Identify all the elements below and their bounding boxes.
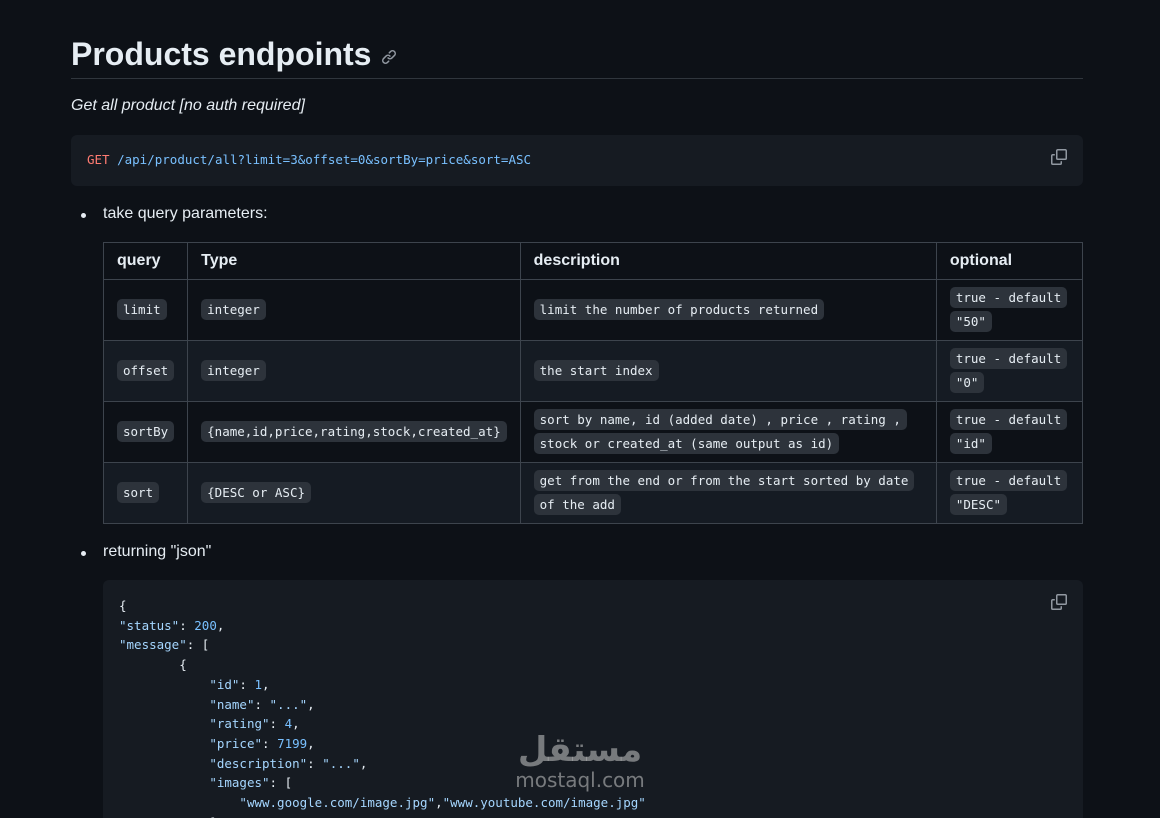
cell-optional: true - default "50" bbox=[935, 279, 1084, 341]
cell-query: sortBy bbox=[102, 401, 189, 463]
cell-query: offset bbox=[102, 340, 189, 402]
query-params-table: query Type description optional limit in… bbox=[102, 242, 1084, 524]
query-description: sort by name, id (added date) , price , … bbox=[533, 409, 907, 454]
query-type: {DESC or ASC} bbox=[201, 482, 311, 503]
cell-optional: true - default "0" bbox=[935, 340, 1084, 402]
json-code: { "status": 200, "message": [ { "id": 1,… bbox=[119, 598, 646, 818]
cell-query: sort bbox=[102, 462, 189, 524]
query-description: get from the end or from the start sorte… bbox=[533, 470, 915, 515]
query-name: sort bbox=[117, 482, 160, 503]
query-optional: true - default "DESC" bbox=[949, 470, 1068, 515]
query-name: limit bbox=[117, 299, 167, 320]
query-name: offset bbox=[117, 360, 175, 381]
query-type: {name,id,price,rating,stock,created_at} bbox=[201, 421, 507, 442]
query-description: the start index bbox=[533, 360, 659, 381]
cell-description: limit the number of products returned bbox=[519, 279, 937, 341]
cell-description: sort by name, id (added date) , price , … bbox=[519, 401, 937, 463]
cell-type: integer bbox=[187, 279, 521, 341]
cell-optional: true - default "id" bbox=[935, 401, 1084, 463]
query-optional: true - default "id" bbox=[949, 409, 1068, 454]
cell-description: the start index bbox=[519, 340, 937, 402]
list-item-query-params: take query parameters: bbox=[81, 205, 268, 222]
copy-icon[interactable] bbox=[1051, 594, 1069, 612]
query-type: integer bbox=[201, 299, 266, 320]
markdown-content: Products endpoints Get all product [no a… bbox=[71, 0, 1084, 818]
column-header-optional: optional bbox=[935, 242, 1084, 280]
query-description: limit the number of products returned bbox=[533, 299, 825, 320]
section-heading: Products endpoints bbox=[71, 0, 1083, 79]
column-header-description: description bbox=[519, 242, 937, 280]
json-code-block: { "status": 200, "message": [ { "id": 1,… bbox=[103, 580, 1083, 818]
cell-type: integer bbox=[187, 340, 521, 402]
request-line: GET /api/product/all?limit=3&offset=0&so… bbox=[87, 152, 531, 167]
query-optional: true - default "0" bbox=[949, 348, 1068, 393]
column-header-type: Type bbox=[187, 242, 521, 280]
copy-icon[interactable] bbox=[1051, 149, 1069, 167]
page-title: Products endpoints bbox=[71, 36, 372, 72]
table-row: limit integer limit the number of produc… bbox=[102, 279, 1084, 341]
query-type: integer bbox=[201, 360, 266, 381]
cell-query: limit bbox=[102, 279, 189, 341]
link-icon[interactable] bbox=[381, 49, 397, 65]
cell-type: {name,id,price,rating,stock,created_at} bbox=[187, 401, 521, 463]
table-row: sortBy {name,id,price,rating,stock,creat… bbox=[102, 401, 1084, 463]
cell-optional: true - default "DESC" bbox=[935, 462, 1084, 524]
list-item-returning: returning "json" bbox=[80, 543, 212, 560]
request-code-block: GET /api/product/all?limit=3&offset=0&so… bbox=[71, 135, 1083, 186]
column-header-query: query bbox=[102, 242, 189, 280]
cell-description: get from the end or from the start sorte… bbox=[519, 462, 937, 524]
cell-type: {DESC or ASC} bbox=[187, 462, 521, 524]
page: Products endpoints Get all product [no a… bbox=[0, 0, 1160, 818]
table-row: sort {DESC or ASC} get from the end or f… bbox=[102, 462, 1084, 524]
table-row: offset integer the start index true - de… bbox=[102, 340, 1084, 402]
request-path: /api/product/all?limit=3&offset=0&sortBy… bbox=[117, 152, 532, 167]
endpoint-subtitle: Get all product [no auth required] bbox=[71, 97, 305, 114]
table-header-row: query Type description optional bbox=[102, 242, 1084, 280]
query-name: sortBy bbox=[117, 421, 175, 442]
request-method: GET bbox=[87, 152, 110, 167]
query-optional: true - default "50" bbox=[949, 287, 1068, 332]
